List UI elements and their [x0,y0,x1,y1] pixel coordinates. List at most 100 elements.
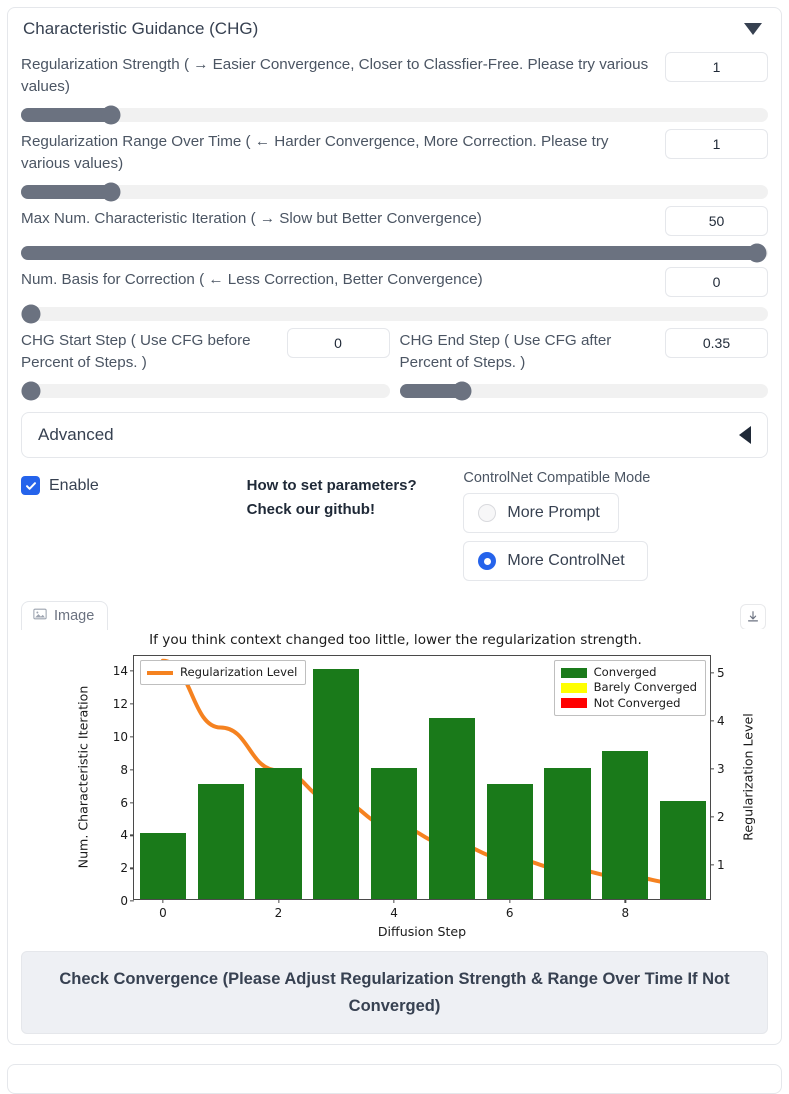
slider-label: Max Num. Characteristic Iteration ( → Sl… [21,206,659,230]
slider-track[interactable] [21,307,768,321]
chart-tickmark [130,868,134,869]
slider-track[interactable] [21,108,768,122]
chart-bar [544,768,590,900]
chart-bar [198,784,244,899]
chart-xlabel: Diffusion Step [378,924,466,939]
chart-legend-item: Regularization Level [147,665,297,680]
slider-track[interactable] [400,384,769,398]
slider-row-regularization-strength: Regularization Strength ( → Easier Conve… [21,52,768,122]
check-convergence-button[interactable]: Check Convergence (Please Adjust Regular… [21,951,768,1034]
chart-tickmark [130,802,134,803]
slider-value-input[interactable]: 1 [665,129,768,159]
chart-ytick-left: 10 [113,730,128,744]
chg-panel: Characteristic Guidance (CHG) Regulariza… [7,7,782,1045]
chart-tickmark [710,720,714,721]
next-panel-strip [7,1064,782,1094]
chevron-left-icon[interactable] [739,426,751,444]
chart-xtick: 8 [621,906,629,920]
slider-value-input[interactable]: 1 [665,52,768,82]
slider-value-input[interactable]: 0 [665,267,768,297]
radio-label: More Prompt [507,504,599,522]
chart-xtick: 6 [506,906,514,920]
chart-bar [487,784,533,899]
chart-ylabel-left: Num. Characteristic Iteration [76,686,91,869]
image-output-block: Image If you think context changed too l… [21,601,768,941]
slider-label: Num. Basis for Correction ( ← Less Corre… [21,267,659,291]
slider-value-input[interactable]: 50 [665,206,768,236]
chart-bar [255,768,301,900]
image-tab[interactable]: Image [21,601,108,630]
image-icon [33,607,47,625]
slider-thumb[interactable] [101,106,120,125]
chart-ytick-left: 14 [113,664,128,678]
chart-ytick-left: 2 [120,861,128,875]
chart-legend-item: Converged [561,665,697,680]
slider-thumb[interactable] [747,244,766,263]
chart-title: If you think context changed too little,… [21,632,770,648]
radio-label: More ControlNet [507,552,624,570]
chart-ytick-right: 5 [717,666,725,680]
slider-label: Regularization Strength ( → Easier Conve… [21,52,659,98]
slider-thumb[interactable] [453,382,472,401]
controlnet-mode-label: ControlNet Compatible Mode [463,470,768,486]
chart-tickmark [130,736,134,737]
chart-tickmark [710,865,714,866]
download-button[interactable] [740,604,766,630]
slider-thumb[interactable] [101,183,120,202]
slider-track[interactable] [21,384,390,398]
slider-row-max-characteristic-iteration: Max Num. Characteristic Iteration ( → Sl… [21,206,768,260]
slider-thumb[interactable] [22,305,41,324]
chart-tickmark [710,672,714,673]
slider-row-chg-start-step: CHG Start Step ( Use CFG before Percent … [21,328,390,398]
image-tab-label: Image [54,608,94,624]
enable-label: Enable [49,477,99,495]
dual-slider-row: CHG Start Step ( Use CFG before Percent … [21,328,768,398]
slider-row-chg-end-step: CHG End Step ( Use CFG after Percent of … [400,328,769,398]
slider-label: CHG End Step ( Use CFG after Percent of … [400,328,660,374]
chevron-down-icon[interactable] [744,23,762,35]
chart-tickmark [130,901,134,902]
advanced-accordion-header[interactable]: Advanced [21,412,768,458]
chart-xtick: 0 [159,906,167,920]
chart-plot-area: Regularization Level ConvergedBarely Con… [133,655,711,900]
chart-ytick-right: 4 [717,714,725,728]
chart-xtick: 4 [390,906,398,920]
slider-row-regularization-range: Regularization Range Over Time ( ← Harde… [21,129,768,199]
chart-ytick-left: 12 [113,697,128,711]
chart-tickmark [130,670,134,671]
slider-thumb[interactable] [21,382,40,401]
chart-bar [371,768,417,900]
radio-more-prompt[interactable]: More Prompt [463,493,618,533]
chart-tickmark [710,768,714,769]
convergence-chart: If you think context changed too little,… [21,629,768,941]
chart-ytick-left: 8 [120,763,128,777]
chart-bar [602,751,648,899]
chart-bar [140,833,186,899]
advanced-label: Advanced [38,425,114,445]
radio-selected-icon [478,552,496,570]
chart-tickmark [130,835,134,836]
enable-checkbox[interactable]: Enable [21,476,247,495]
slider-track[interactable] [21,185,768,199]
chg-accordion-header[interactable]: Characteristic Guidance (CHG) [21,17,768,45]
slider-value-input[interactable]: 0.35 [665,328,768,358]
radio-more-controlnet[interactable]: More ControlNet [463,541,647,581]
slider-label: CHG Start Step ( Use CFG before Percent … [21,328,281,374]
chart-ytick-right: 2 [717,810,725,824]
chart-tickmark [130,703,134,704]
chart-tickmark [710,816,714,817]
chart-tickmark [393,899,394,903]
chart-tickmark [625,899,626,903]
chart-tickmark [162,899,163,903]
checkmark-icon [21,476,40,495]
slider-value-input[interactable]: 0 [287,328,390,358]
chart-legend-line: Regularization Level [140,660,306,685]
chart-legend-item: Barely Converged [561,680,697,695]
chart-ytick-left: 4 [120,828,128,842]
chart-bar [429,718,475,899]
chart-tickmark [509,899,510,903]
chart-bar [660,801,706,900]
download-icon [746,610,760,624]
slider-track[interactable] [21,246,768,260]
chart-ytick-right: 1 [717,858,725,872]
